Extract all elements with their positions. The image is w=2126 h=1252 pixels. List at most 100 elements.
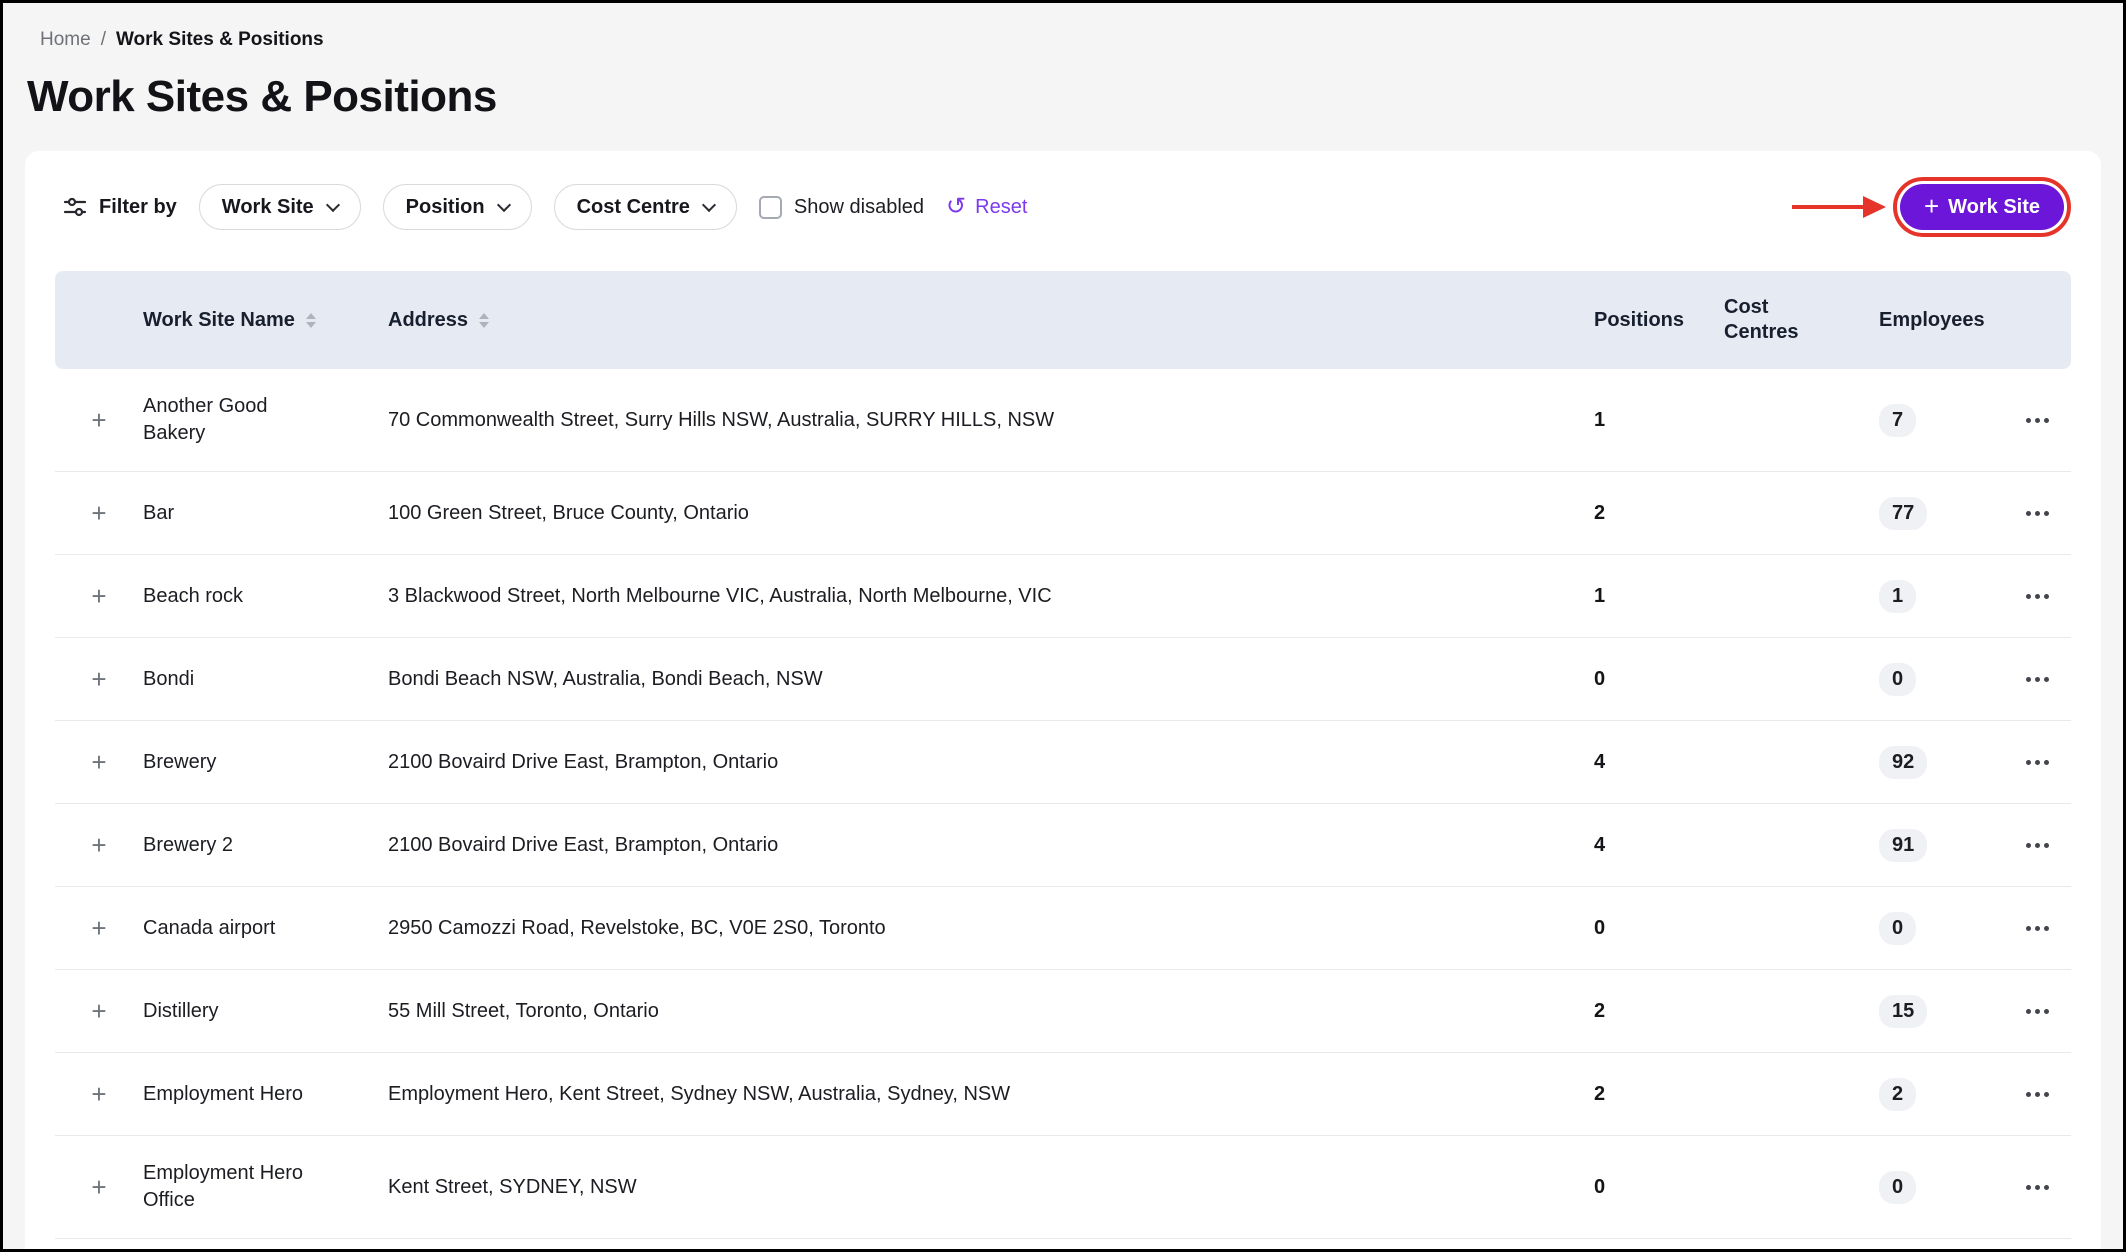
work-site-name-cell: Canada airport [143,915,388,942]
expand-row-button[interactable]: + [81,1077,116,1111]
filter-by-label: Filter by [99,196,177,219]
cost-centre-filter-label: Cost Centre [577,196,690,219]
work-site-name-cell: Beach rock [143,583,388,610]
row-actions-button[interactable] [2022,1001,2053,1022]
table-row: + Beach rock 3 Blackwood Street, North M… [55,555,2071,638]
expand-row-button[interactable]: + [81,496,116,530]
expand-row-button[interactable]: + [81,403,116,437]
work-site-address-cell: 2950 Camozzi Road, Revelstoke, BC, V0E 2… [388,917,1584,940]
breadcrumb-home[interactable]: Home [40,29,91,51]
breadcrumb-separator: / [101,29,106,51]
column-header-employees: Employees [1869,308,2004,333]
expand-row-button[interactable]: + [81,994,116,1028]
work-site-address-cell: Kent Street, SYDNEY, NSW [388,1176,1584,1199]
row-actions-button[interactable] [2022,410,2053,431]
cost-centres-header-label: Cost Centres [1724,295,1816,345]
row-actions-button[interactable] [2022,669,2053,690]
row-actions-button[interactable] [2022,835,2053,856]
show-disabled-checkbox[interactable] [759,196,782,219]
chevron-down-icon [702,197,716,211]
breadcrumb-current: Work Sites & Positions [116,29,324,51]
row-actions-button[interactable] [2022,752,2053,773]
table-row: + Bar 100 Green Street, Bruce County, On… [55,472,2071,555]
chevron-down-icon [326,197,340,211]
employees-count-cell: 2 [1869,1078,2004,1111]
sort-icon[interactable] [306,313,316,328]
plus-icon: + [91,664,106,694]
plus-icon: + [91,830,106,860]
positions-count-cell: 0 [1584,917,1714,940]
positions-count-cell: 1 [1584,409,1714,432]
work-site-filter-label: Work Site [222,196,314,219]
table-row: + Bondi Bondi Beach NSW, Australia, Bond… [55,638,2071,721]
employees-count-cell: 91 [1869,829,2004,862]
table-row: + Brewery 2 2100 Bovaird Drive East, Bra… [55,804,2071,887]
work-site-name-cell: Distillery [143,998,388,1025]
positions-count-cell: 4 [1584,834,1714,857]
row-actions-button[interactable] [2022,918,2053,939]
work-site-address-cell: 100 Green Street, Bruce County, Ontario [388,502,1584,525]
reset-button[interactable]: ↻ Reset [946,195,1027,219]
cost-centre-filter-button[interactable]: Cost Centre [554,184,737,230]
plus-icon: + [91,913,106,943]
column-header-work-site-name[interactable]: Work Site Name [143,308,388,333]
page-title: Work Sites & Positions [27,75,2123,119]
chevron-down-icon [496,197,510,211]
toolbar: Filter by Work Site Position Cost Centre [55,177,2071,237]
positions-count-cell: 0 [1584,668,1714,691]
positions-count-cell: 4 [1584,751,1714,774]
add-work-site-label: Work Site [1948,196,2040,219]
reset-label: Reset [975,196,1027,219]
table-header-row: Work Site Name Address Positions Cost Ce… [55,271,2071,369]
work-site-address-cell: 3 Blackwood Street, North Melbourne VIC,… [388,585,1584,608]
positions-count-cell: 2 [1584,1083,1714,1106]
table-row: + Distillery 55 Mill Street, Toronto, On… [55,970,2071,1053]
positions-header-label: Positions [1594,308,1684,333]
table-row: + Employment Hero Office Kent Street, SY… [55,1136,2071,1239]
annotation-arrow [1791,189,1887,225]
expand-row-button[interactable]: + [81,662,116,696]
column-header-cost-centres: Cost Centres [1714,295,1869,345]
employees-count-cell: 0 [1869,912,2004,945]
work-site-address-cell: 70 Commonwealth Street, Surry Hills NSW,… [388,409,1584,432]
breadcrumb: Home / Work Sites & Positions [3,3,2123,51]
content-card: Filter by Work Site Position Cost Centre [25,151,2101,1249]
plus-icon: + [91,405,106,435]
employees-count-cell: 0 [1869,663,2004,696]
column-header-address[interactable]: Address [388,308,1584,333]
work-site-address-cell: Bondi Beach NSW, Australia, Bondi Beach,… [388,668,1584,691]
expand-row-button[interactable]: + [81,828,116,862]
row-actions-button[interactable] [2022,1084,2053,1105]
plus-icon: + [91,747,106,777]
work-site-name-cell: Bar [143,500,388,527]
table-row: + Employment Hero Employment Hero, Kent … [55,1053,2071,1136]
row-actions-button[interactable] [2022,503,2053,524]
sort-icon[interactable] [479,313,489,328]
positions-count-cell: 2 [1584,1000,1714,1023]
position-filter-button[interactable]: Position [383,184,532,230]
refresh-icon: ↻ [946,195,966,219]
table-row: + Canada airport 2950 Camozzi Road, Reve… [55,887,2071,970]
employees-count-cell: 7 [1869,404,2004,437]
expand-row-button[interactable]: + [81,911,116,945]
row-actions-button[interactable] [2022,586,2053,607]
address-header-label: Address [388,308,468,333]
employees-header-label: Employees [1879,308,1985,333]
work-site-name-cell: Brewery [143,749,388,776]
work-sites-table: Work Site Name Address Positions Cost Ce… [55,271,2071,1239]
employees-count-cell: 92 [1869,746,2004,779]
employees-count-cell: 15 [1869,995,2004,1028]
work-site-name-cell: Employment Hero Office [143,1160,388,1214]
plus-icon: + [91,1172,106,1202]
position-filter-label: Position [406,196,485,219]
row-actions-button[interactable] [2022,1177,2053,1198]
expand-row-button[interactable]: + [81,1170,116,1204]
work-site-address-cell: 55 Mill Street, Toronto, Ontario [388,1000,1584,1023]
expand-row-button[interactable]: + [81,579,116,613]
add-work-site-button[interactable]: + Work Site [1900,184,2064,230]
plus-icon: + [91,581,106,611]
expand-row-button[interactable]: + [81,745,116,779]
work-site-name-cell: Brewery 2 [143,832,388,859]
show-disabled-label: Show disabled [794,196,924,219]
work-site-filter-button[interactable]: Work Site [199,184,361,230]
